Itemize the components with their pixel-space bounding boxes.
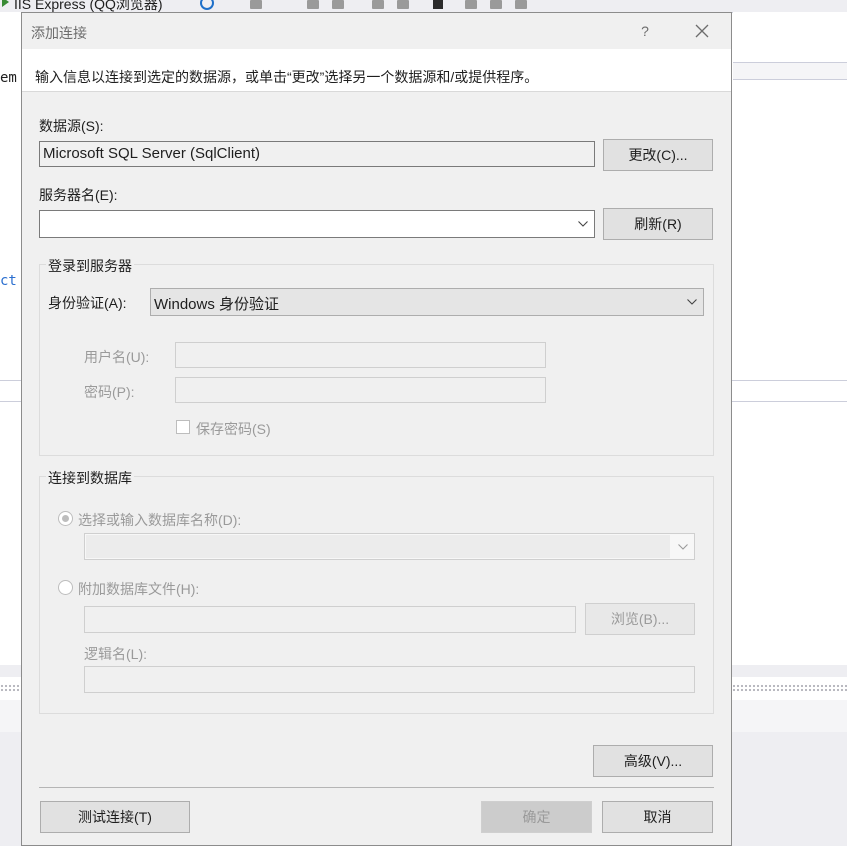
attach-db-label: 附加数据库文件(H): (78, 581, 200, 597)
code-fragment: em (0, 70, 17, 86)
test-connection-button[interactable]: 测试连接(T) (40, 801, 190, 833)
cancel-button[interactable]: 取消 (602, 801, 713, 833)
indent-icon[interactable] (307, 0, 319, 9)
chevron-down-icon (674, 534, 692, 559)
datasource-label: 数据源(S): (39, 118, 104, 134)
bookmark-icon[interactable] (433, 0, 443, 9)
find-icon[interactable] (250, 0, 262, 9)
next-bookmark-icon[interactable] (490, 0, 502, 9)
save-password-label: 保存密码(S) (196, 421, 271, 437)
database-group-title: 连接到数据库 (46, 468, 134, 488)
code-fragment: ct (0, 273, 17, 289)
username-field (175, 342, 546, 368)
chevron-down-icon[interactable] (683, 289, 701, 315)
password-label: 密码(P): (84, 384, 135, 400)
close-button[interactable] (690, 21, 714, 41)
server-name-combobox[interactable] (39, 210, 595, 238)
ok-button: 确定 (481, 801, 592, 833)
logical-name-label: 逻辑名(L): (84, 646, 147, 662)
datasource-field: Microsoft SQL Server (SqlClient) (39, 141, 595, 167)
advanced-button[interactable]: 高级(V)... (593, 745, 713, 777)
auth-combobox[interactable]: Windows 身份验证 (150, 288, 704, 316)
run-icon[interactable] (2, 0, 9, 7)
auth-value: Windows 身份验证 (154, 296, 280, 313)
attach-db-radio[interactable] (58, 580, 73, 595)
save-password-checkbox (176, 420, 190, 434)
comment-icon[interactable] (372, 0, 384, 9)
attach-db-field (84, 606, 576, 633)
change-datasource-button[interactable]: 更改(C)... (603, 139, 713, 171)
uncomment-icon[interactable] (397, 0, 409, 9)
select-db-label: 选择或输入数据库名称(D): (78, 512, 242, 528)
prev-bookmark-icon[interactable] (465, 0, 477, 9)
chevron-down-icon[interactable] (574, 211, 592, 237)
close-icon (695, 24, 709, 38)
refresh-button[interactable]: 刷新(R) (603, 208, 713, 240)
login-group-title: 登录到服务器 (46, 256, 134, 276)
logical-name-field (84, 666, 695, 693)
username-label: 用户名(U): (84, 349, 150, 365)
server-name-label: 服务器名(E): (39, 187, 118, 203)
add-connection-dialog: 添加连接 ? 输入信息以连接到选定的数据源，或单击“更改”选择另一个数据源和/或… (21, 12, 732, 846)
auth-label: 身份验证(A): (48, 295, 127, 311)
refresh-icon[interactable] (200, 0, 214, 10)
dialog-titlebar[interactable]: 添加连接 ? (22, 13, 731, 49)
browse-button: 浏览(B)... (585, 603, 695, 635)
outdent-icon[interactable] (332, 0, 344, 9)
dialog-title: 添加连接 (31, 25, 87, 41)
footer-divider (39, 787, 714, 788)
password-field (175, 377, 546, 403)
instruction-panel: 输入信息以连接到选定的数据源，或单击“更改”选择另一个数据源和/或提供程序。 (22, 49, 731, 92)
select-db-combobox (84, 533, 695, 560)
select-db-radio (58, 511, 73, 526)
ide-tab-strip (733, 62, 847, 80)
help-button[interactable]: ? (634, 21, 656, 41)
instruction-text: 输入信息以连接到选定的数据源，或单击“更改”选择另一个数据源和/或提供程序。 (35, 69, 539, 85)
clear-bookmarks-icon[interactable] (515, 0, 527, 9)
